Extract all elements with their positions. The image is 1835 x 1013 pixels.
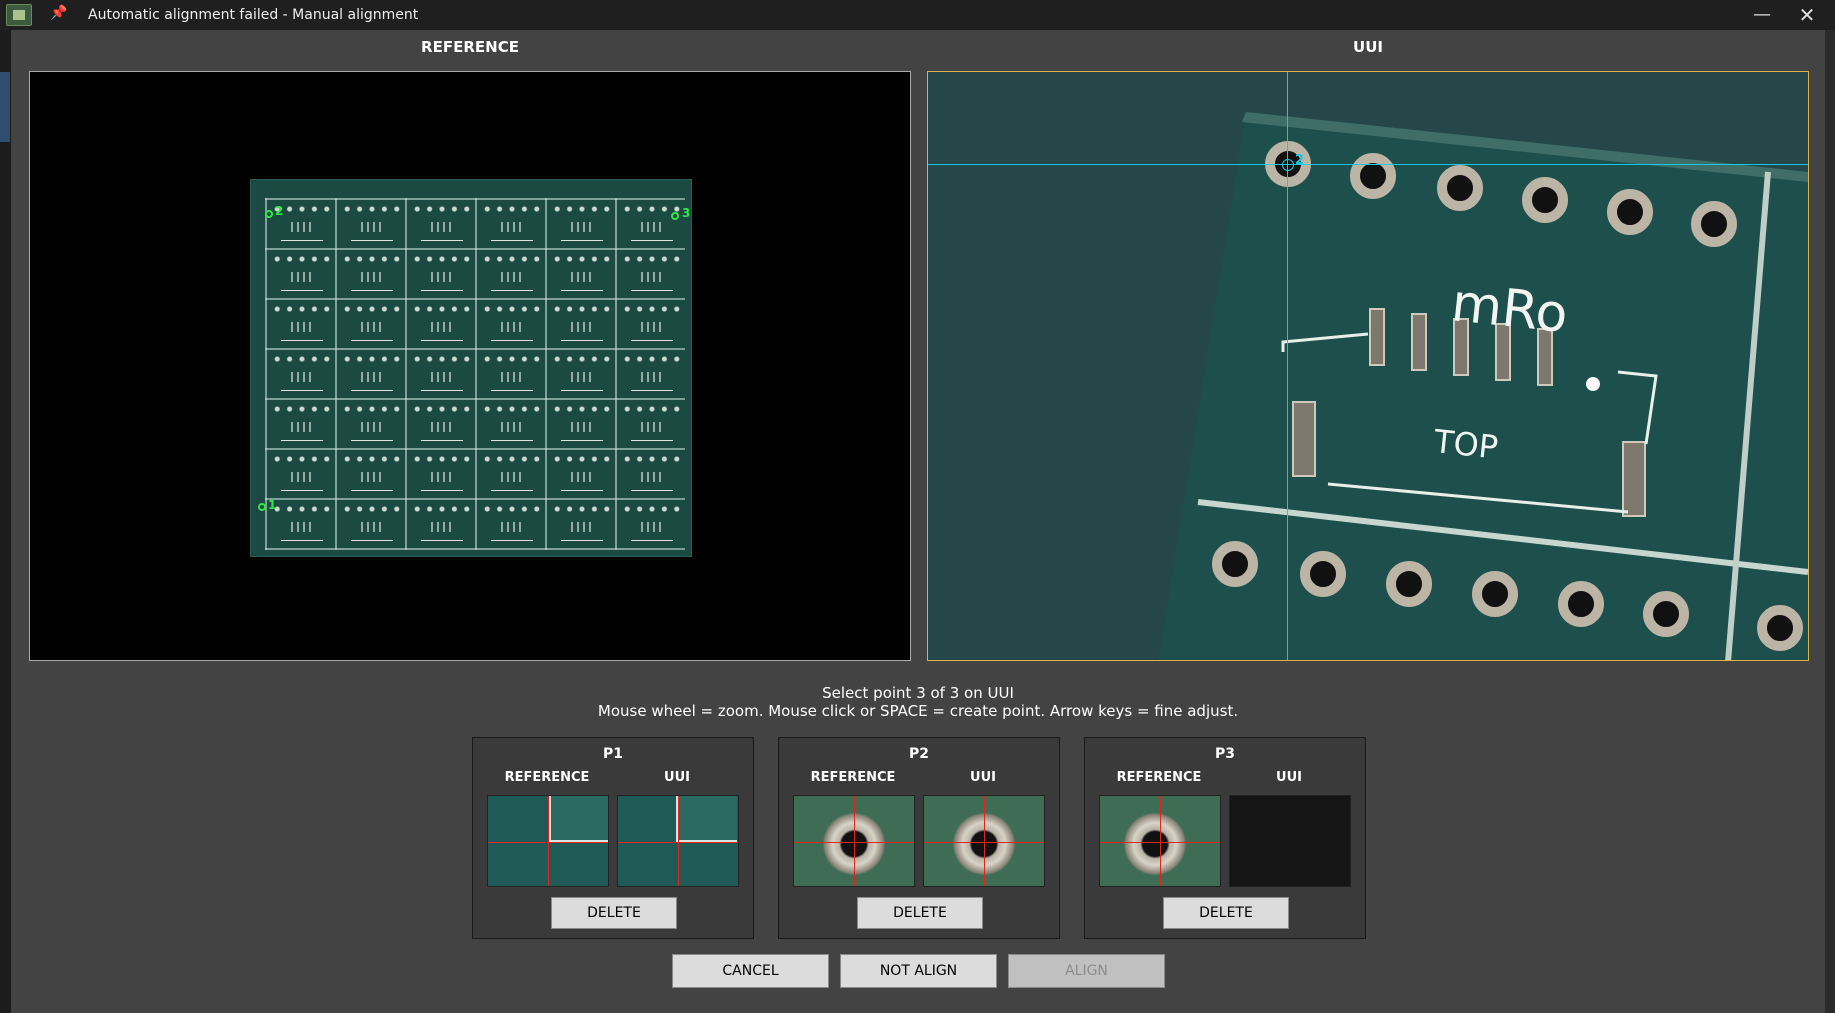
panel-cell	[551, 404, 613, 446]
fiducial-marker-3	[671, 212, 679, 220]
uui-thumb-label: UUI	[970, 770, 996, 785]
uui-point-marker	[1282, 159, 1294, 171]
panel-cell	[411, 454, 473, 496]
panel-cell	[271, 304, 333, 346]
panel-cell	[551, 204, 613, 246]
reference-pane-title: REFERENCE	[421, 38, 519, 56]
minimize-icon[interactable]: —	[1752, 4, 1772, 25]
panel-cell	[621, 204, 683, 246]
point-title: P1	[602, 746, 623, 762]
svg-text:TOP: TOP	[1431, 422, 1500, 467]
not-align-button[interactable]: NOT ALIGN	[840, 954, 997, 988]
pin-icon[interactable]: 📌	[50, 5, 67, 21]
fiducial-marker-2	[265, 210, 273, 218]
panel-cell	[271, 354, 333, 396]
panel-cell	[341, 304, 403, 346]
panel-cell	[481, 354, 543, 396]
uui-thumbnail-empty	[1229, 795, 1351, 887]
panel-cell	[621, 354, 683, 396]
fiducial-label-3: 3	[682, 206, 691, 220]
panel-cell	[411, 354, 473, 396]
panel-cell	[271, 254, 333, 296]
panel-cell	[341, 354, 403, 396]
fiducial-label-1: 1	[268, 498, 277, 512]
uui-camera-image: mRo TOP	[1158, 112, 1808, 660]
panel-cell	[551, 304, 613, 346]
panel-cell	[271, 454, 333, 496]
reference-thumb-label: REFERENCE	[810, 770, 896, 785]
close-icon[interactable]: ✕	[1797, 3, 1817, 27]
cancel-button[interactable]: CANCEL	[672, 954, 829, 988]
reference-viewer[interactable]: 2 3 1	[29, 71, 911, 661]
reference-thumb-label: REFERENCE	[504, 770, 590, 785]
panel-cell	[621, 254, 683, 296]
panel-cell	[411, 254, 473, 296]
uui-thumbnail	[617, 795, 739, 887]
reference-thumb-label: REFERENCE	[1116, 770, 1202, 785]
uui-crosshair-horizontal	[928, 164, 1808, 165]
panel-cell	[341, 404, 403, 446]
uui-viewer[interactable]: mRo TOP 2	[927, 71, 1809, 661]
app-icon	[6, 4, 32, 26]
window-title: Automatic alignment failed - Manual alig…	[88, 7, 419, 23]
point-group-p1: P1 REFERENCE UUI DELETE	[472, 737, 754, 939]
delete-p1-button[interactable]: DELETE	[551, 897, 677, 929]
panel-grid	[265, 198, 685, 550]
panel-cell	[411, 204, 473, 246]
align-button[interactable]: ALIGN	[1008, 954, 1165, 988]
background-window-edge	[0, 30, 11, 1013]
uui-point-label: 2	[1295, 153, 1305, 168]
reference-thumbnail	[487, 795, 609, 887]
panel-cell	[621, 404, 683, 446]
panel-cell	[341, 504, 403, 546]
panel-cell	[621, 304, 683, 346]
controls-hint: Mouse wheel = zoom. Mouse click or SPACE…	[597, 702, 1239, 720]
panel-cell	[481, 454, 543, 496]
point-title: P3	[1214, 746, 1235, 762]
uui-thumbnail	[923, 795, 1045, 887]
panel-cell	[481, 304, 543, 346]
panel-cell	[481, 254, 543, 296]
title-bar: 📌 Automatic alignment failed - Manual al…	[0, 0, 1835, 30]
panel-cell	[411, 504, 473, 546]
panel-cell	[621, 454, 683, 496]
delete-p3-button[interactable]: DELETE	[1163, 897, 1289, 929]
panel-cell	[341, 204, 403, 246]
point-group-p2: P2 REFERENCE UUI DELETE	[778, 737, 1060, 939]
panel-cell	[271, 404, 333, 446]
panel-cell	[551, 504, 613, 546]
delete-p2-button[interactable]: DELETE	[857, 897, 983, 929]
instruction-message: Select point 3 of 3 on UUI	[822, 684, 1014, 702]
reference-panel-image	[250, 179, 692, 557]
fiducial-label-2: 2	[275, 204, 284, 218]
uui-pane-title: UUI	[1353, 38, 1383, 56]
panel-cell	[341, 454, 403, 496]
point-group-p3: P3 REFERENCE UUI DELETE	[1084, 737, 1366, 939]
panel-cell	[341, 254, 403, 296]
reference-thumbnail	[793, 795, 915, 887]
panel-cell	[481, 504, 543, 546]
panel-cell	[551, 354, 613, 396]
fiducial-marker-1	[258, 503, 266, 511]
panel-cell	[481, 204, 543, 246]
manual-alignment-dialog: REFERENCE UUI 2 3 1 mRo TOP 2 Select poi…	[11, 30, 1825, 1013]
background-window-fragment	[0, 72, 10, 142]
panel-cell	[621, 504, 683, 546]
svg-text:mRo: mRo	[1449, 273, 1571, 345]
panel-cell	[411, 404, 473, 446]
uui-thumb-label: UUI	[1276, 770, 1302, 785]
reference-thumbnail	[1099, 795, 1221, 887]
panel-cell	[551, 454, 613, 496]
panel-cell	[271, 504, 333, 546]
panel-cell	[551, 254, 613, 296]
point-title: P2	[908, 746, 929, 762]
panel-cell	[411, 304, 473, 346]
panel-cell	[481, 404, 543, 446]
uui-thumb-label: UUI	[664, 770, 690, 785]
